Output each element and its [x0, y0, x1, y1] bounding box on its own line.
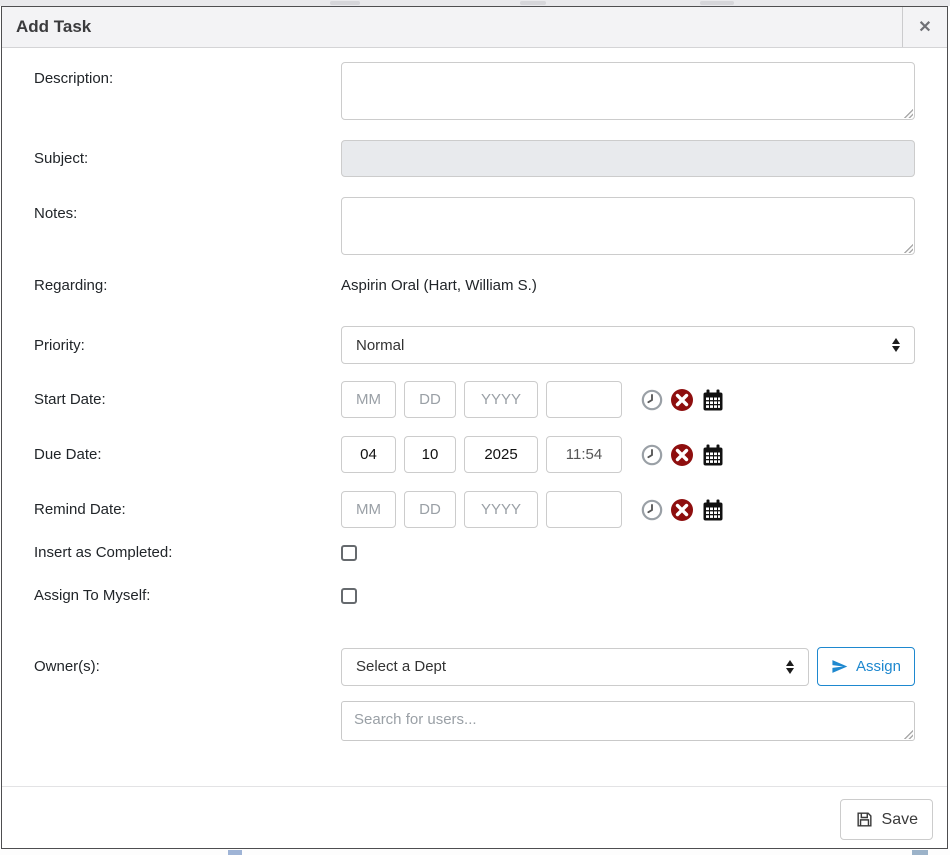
save-button[interactable]: Save	[840, 799, 933, 840]
remind-date-month-input[interactable]	[341, 491, 396, 528]
field-row-owners: Owner(s): Select a Dept Assign	[34, 647, 915, 686]
field-row-insert-as-completed: Insert as Completed:	[34, 544, 915, 561]
background-artifact	[228, 850, 242, 855]
select-updown-icon	[786, 660, 794, 674]
clear-date-icon[interactable]	[670, 388, 694, 412]
start-date-label: Start Date:	[34, 391, 341, 408]
calendar-icon[interactable]	[701, 388, 725, 412]
background-artifact	[330, 1, 360, 5]
assign-button[interactable]: Assign	[817, 647, 915, 686]
description-label: Description:	[34, 62, 341, 87]
priority-select[interactable]: Normal	[341, 326, 915, 364]
user-search-input[interactable]	[341, 701, 915, 741]
clock-icon[interactable]	[641, 444, 663, 466]
field-row-assign-to-myself: Assign To Myself:	[34, 587, 915, 604]
field-row-regarding: Regarding: Aspirin Oral (Hart, William S…	[34, 277, 915, 294]
notes-label: Notes:	[34, 197, 341, 222]
field-row-user-search	[34, 701, 915, 741]
insert-as-completed-label: Insert as Completed:	[34, 544, 341, 561]
dialog-title: Add Task	[2, 17, 91, 37]
save-button-label: Save	[882, 811, 918, 829]
due-date-month-input[interactable]	[341, 436, 396, 473]
notes-input[interactable]	[341, 197, 915, 255]
remind-date-time-input[interactable]	[546, 491, 622, 528]
clear-date-icon[interactable]	[670, 498, 694, 522]
background-artifact	[912, 850, 928, 855]
dialog-header: Add Task ✕	[2, 7, 947, 48]
priority-select-value: Normal	[356, 337, 404, 354]
paper-plane-icon	[831, 658, 848, 675]
close-icon: ✕	[918, 17, 931, 37]
close-button[interactable]: ✕	[902, 7, 947, 47]
priority-label: Priority:	[34, 337, 341, 354]
field-row-notes: Notes:	[34, 197, 915, 255]
remind-date-year-input[interactable]	[464, 491, 538, 528]
dept-select-value: Select a Dept	[356, 658, 446, 675]
background-artifact	[700, 1, 734, 5]
regarding-label: Regarding:	[34, 277, 341, 294]
due-date-time-input[interactable]	[546, 436, 622, 473]
remind-date-day-input[interactable]	[404, 491, 456, 528]
assign-button-label: Assign	[856, 658, 901, 675]
clear-date-icon[interactable]	[670, 443, 694, 467]
start-date-day-input[interactable]	[404, 381, 456, 418]
subject-label: Subject:	[34, 150, 341, 167]
field-row-due-date: Due Date:	[34, 436, 915, 473]
clock-icon[interactable]	[641, 499, 663, 521]
page: Add Task ✕ Description: Subject:	[0, 0, 950, 855]
field-row-start-date: Start Date:	[34, 381, 915, 418]
assign-to-myself-label: Assign To Myself:	[34, 587, 341, 604]
dialog-body: Description: Subject: Notes:	[2, 48, 947, 752]
field-row-subject: Subject:	[34, 140, 915, 177]
select-updown-icon	[892, 338, 900, 352]
field-row-description: Description:	[34, 62, 915, 120]
background-page-bottom	[0, 849, 950, 855]
field-row-priority: Priority: Normal	[34, 326, 915, 364]
insert-as-completed-checkbox[interactable]	[341, 545, 357, 561]
remind-date-label: Remind Date:	[34, 501, 341, 518]
due-date-label: Due Date:	[34, 446, 341, 463]
background-artifact	[520, 1, 546, 5]
description-input[interactable]	[341, 62, 915, 120]
dialog-footer: Save	[2, 786, 947, 848]
start-date-year-input[interactable]	[464, 381, 538, 418]
dept-select[interactable]: Select a Dept	[341, 648, 809, 686]
calendar-icon[interactable]	[701, 443, 725, 467]
assign-to-myself-checkbox[interactable]	[341, 588, 357, 604]
start-date-month-input[interactable]	[341, 381, 396, 418]
floppy-disk-icon	[855, 810, 874, 829]
start-date-time-input[interactable]	[546, 381, 622, 418]
field-row-remind-date: Remind Date:	[34, 491, 915, 528]
add-task-dialog: Add Task ✕ Description: Subject:	[1, 6, 948, 849]
regarding-value: Aspirin Oral (Hart, William S.)	[341, 277, 537, 294]
due-date-year-input[interactable]	[464, 436, 538, 473]
clock-icon[interactable]	[641, 389, 663, 411]
calendar-icon[interactable]	[701, 498, 725, 522]
owners-label: Owner(s):	[34, 658, 341, 675]
due-date-day-input[interactable]	[404, 436, 456, 473]
subject-input	[341, 140, 915, 177]
